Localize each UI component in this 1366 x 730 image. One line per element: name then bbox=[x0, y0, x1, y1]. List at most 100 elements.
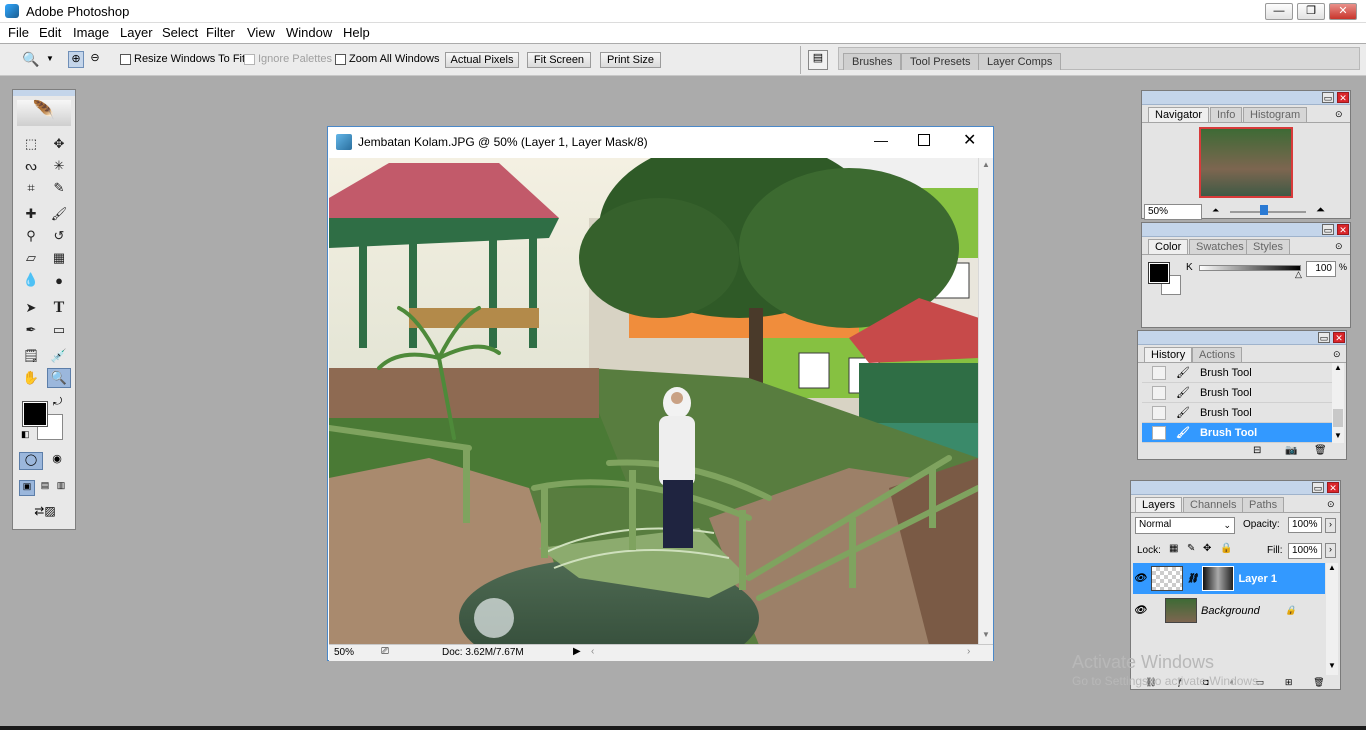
navigator-panel-header[interactable]: ▭ ✕ bbox=[1142, 91, 1350, 105]
menu-edit[interactable]: Edit bbox=[39, 25, 61, 40]
zoom-tool-icon[interactable]: 🔍 bbox=[47, 368, 71, 388]
tab-paths[interactable]: Paths bbox=[1242, 497, 1285, 512]
panel-menu-icon[interactable]: ⊙ bbox=[1327, 499, 1335, 510]
fit-screen-button[interactable]: Fit Screen bbox=[527, 52, 591, 68]
zoom-in-small-icon[interactable]: ⏶ bbox=[1316, 204, 1325, 217]
doc-close-icon[interactable]: ✕ bbox=[963, 130, 976, 150]
navigator-zoom-field[interactable]: 50% bbox=[1144, 204, 1202, 220]
zoom-level-field[interactable]: 50% bbox=[334, 647, 354, 658]
panel-menu-icon[interactable]: ⊙ bbox=[1335, 241, 1343, 252]
menu-image[interactable]: Image bbox=[73, 25, 109, 40]
opacity-field[interactable]: 100% bbox=[1288, 517, 1322, 533]
crop-tool-icon[interactable]: ⌗ bbox=[19, 178, 43, 198]
menu-layer[interactable]: Layer bbox=[120, 25, 153, 40]
path-selection-tool-icon[interactable]: ➤ bbox=[19, 298, 43, 318]
resize-windows-checkbox[interactable]: Resize Windows To Fit bbox=[120, 53, 245, 65]
menu-help[interactable]: Help bbox=[343, 25, 370, 40]
scroll-down-icon[interactable]: ▼ bbox=[982, 630, 990, 639]
zoom-out-small-icon[interactable]: ⏶ bbox=[1212, 205, 1219, 216]
fill-arrow-icon[interactable]: › bbox=[1325, 543, 1336, 558]
default-colors-icon[interactable]: ◧ bbox=[21, 429, 30, 440]
clone-stamp-tool-icon[interactable]: ⚲ bbox=[19, 226, 43, 246]
well-tab-layer-comps[interactable]: Layer Comps bbox=[978, 53, 1062, 70]
panel-close-icon[interactable]: ✕ bbox=[1337, 224, 1349, 235]
color-foreground-swatch[interactable] bbox=[1148, 262, 1170, 284]
swap-colors-icon[interactable]: ⤾ bbox=[53, 396, 62, 409]
trash-icon[interactable]: 🗑 bbox=[1313, 677, 1324, 689]
zoom-slider-handle[interactable] bbox=[1260, 205, 1268, 215]
lasso-tool-icon[interactable]: ᔓ bbox=[19, 156, 43, 176]
shape-tool-icon[interactable]: ▭ bbox=[47, 320, 71, 340]
foreground-color-swatch[interactable] bbox=[22, 401, 48, 427]
well-tab-brushes[interactable]: Brushes bbox=[843, 53, 902, 70]
lock-position-icon[interactable]: ✥ bbox=[1203, 543, 1211, 554]
layers-panel-header[interactable]: ▭ ✕ bbox=[1131, 481, 1340, 495]
lock-all-icon[interactable]: 🔒 bbox=[1220, 543, 1232, 554]
restore-button[interactable]: ❐ bbox=[1297, 3, 1325, 20]
lock-image-icon[interactable]: ✎ bbox=[1187, 543, 1195, 554]
panel-menu-icon[interactable]: ⊙ bbox=[1335, 109, 1343, 120]
actual-pixels-button[interactable]: Actual Pixels bbox=[445, 52, 519, 68]
history-snapshot-box[interactable] bbox=[1152, 365, 1166, 380]
new-layer-icon[interactable]: ⊞ bbox=[1285, 677, 1293, 689]
status-menu-icon[interactable]: ⎚ bbox=[381, 646, 389, 657]
visibility-eye-icon[interactable]: 👁 bbox=[1133, 573, 1147, 584]
scroll-up-icon[interactable]: ▲ bbox=[1334, 363, 1342, 372]
zoom-tool-preset-icon[interactable]: 🔍 bbox=[22, 51, 39, 68]
minimize-button[interactable]: — bbox=[1265, 3, 1293, 20]
eraser-tool-icon[interactable]: ▱ bbox=[19, 248, 43, 268]
tab-histogram[interactable]: Histogram bbox=[1243, 107, 1308, 122]
brush-tool-icon[interactable]: 🖌 bbox=[47, 204, 71, 224]
visibility-eye-icon[interactable]: 👁 bbox=[1133, 605, 1147, 616]
opacity-arrow-icon[interactable]: › bbox=[1325, 518, 1336, 533]
history-snapshot-box[interactable] bbox=[1152, 405, 1166, 420]
menu-select[interactable]: Select bbox=[162, 25, 198, 40]
history-panel-header[interactable]: ▭ ✕ bbox=[1138, 331, 1346, 345]
image-canvas[interactable] bbox=[329, 158, 978, 645]
scroll-up-icon[interactable]: ▲ bbox=[982, 160, 990, 169]
full-screen-menu-mode-icon[interactable]: ▤ bbox=[37, 480, 53, 496]
menu-view[interactable]: View bbox=[247, 25, 275, 40]
panel-minimize-icon[interactable]: ▭ bbox=[1322, 224, 1334, 235]
tab-color[interactable]: Color bbox=[1148, 239, 1189, 254]
new-snapshot-icon[interactable]: 📷 bbox=[1285, 445, 1297, 456]
panel-close-icon[interactable]: ✕ bbox=[1337, 92, 1349, 103]
jump-to-imageready-icon[interactable]: ⇄▨ bbox=[21, 504, 69, 524]
scroll-down-icon[interactable]: ▼ bbox=[1334, 431, 1342, 440]
tab-swatches[interactable]: Swatches bbox=[1189, 239, 1251, 254]
history-item-selected[interactable]: 🖌 Brush Tool bbox=[1142, 423, 1332, 443]
tab-styles[interactable]: Styles bbox=[1246, 239, 1290, 254]
standard-mode-icon[interactable]: ◯ bbox=[19, 452, 43, 470]
tab-channels[interactable]: Channels bbox=[1183, 497, 1244, 512]
menu-file[interactable]: File bbox=[8, 25, 29, 40]
layer-mask-link-icon[interactable]: ⛓ bbox=[1187, 573, 1198, 584]
print-size-button[interactable]: Print Size bbox=[600, 52, 661, 68]
panel-menu-icon[interactable]: ⊙ bbox=[1333, 349, 1341, 360]
zoom-out-icon[interactable]: ⊖ bbox=[87, 51, 103, 68]
fill-field[interactable]: 100% bbox=[1288, 543, 1322, 559]
status-arrow-icon[interactable]: ▶ bbox=[573, 646, 581, 657]
slider-triangle-icon[interactable]: △ bbox=[1295, 269, 1302, 280]
k-channel-slider[interactable] bbox=[1199, 265, 1301, 271]
close-button[interactable]: ✕ bbox=[1329, 3, 1357, 20]
tab-actions[interactable]: Actions bbox=[1192, 347, 1243, 362]
layers-scrollbar[interactable]: ▲ ▼ bbox=[1326, 563, 1338, 675]
eyedropper-tool-icon[interactable]: 💉 bbox=[47, 346, 71, 366]
panel-close-icon[interactable]: ✕ bbox=[1333, 332, 1345, 343]
healing-brush-tool-icon[interactable]: ✚ bbox=[19, 204, 43, 224]
pen-tool-icon[interactable]: ✒ bbox=[19, 320, 43, 340]
well-tab-tool-presets[interactable]: Tool Presets bbox=[901, 53, 980, 70]
navigator-thumbnail[interactable] bbox=[1199, 127, 1293, 198]
color-panel-header[interactable]: ▭ ✕ bbox=[1142, 223, 1350, 237]
tab-info[interactable]: Info bbox=[1210, 107, 1243, 122]
ignore-palettes-checkbox[interactable]: Ignore Palettes bbox=[244, 53, 332, 65]
blend-mode-select[interactable]: Normal ⌄ bbox=[1135, 517, 1235, 534]
history-snapshot-box[interactable] bbox=[1152, 385, 1166, 400]
hand-tool-icon[interactable]: ✋ bbox=[19, 368, 43, 388]
gradient-tool-icon[interactable]: ▦ bbox=[47, 248, 71, 268]
chevron-down-icon[interactable]: ▼ bbox=[46, 54, 54, 63]
notes-tool-icon[interactable]: 🗒 bbox=[19, 346, 43, 366]
history-state-marker-icon[interactable] bbox=[1152, 425, 1166, 440]
toolbox-header[interactable] bbox=[13, 90, 75, 96]
quick-mask-mode-icon[interactable]: ◉ bbox=[45, 452, 69, 470]
